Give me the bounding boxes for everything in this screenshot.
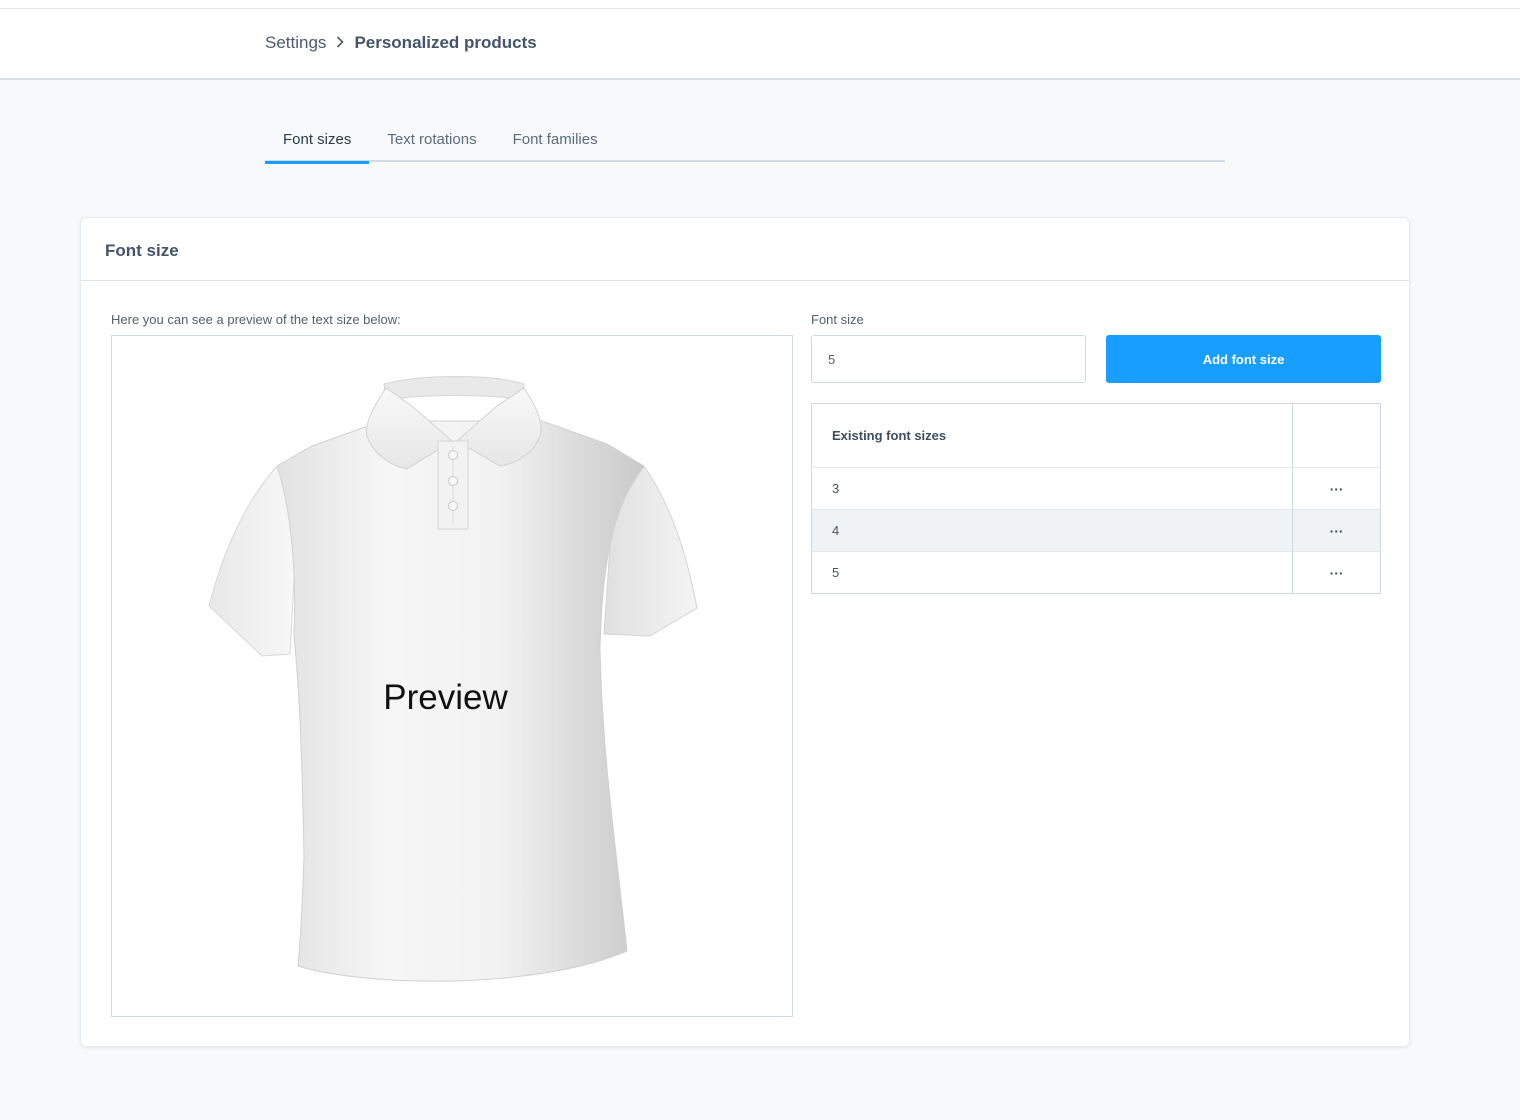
column-header-actions xyxy=(1292,403,1381,468)
breadcrumb: Settings Personalized products xyxy=(265,33,537,53)
tab-font-families[interactable]: Font families xyxy=(495,122,616,162)
more-options-icon[interactable]: ··· xyxy=(1330,523,1344,539)
tab-bar: Font sizes Text rotations Font families xyxy=(265,122,1225,164)
top-strip xyxy=(0,0,1520,8)
tab-font-sizes[interactable]: Font sizes xyxy=(265,122,370,164)
font-size-card: Font size Here you can see a preview of … xyxy=(80,217,1410,1047)
breadcrumb-settings[interactable]: Settings xyxy=(265,33,326,53)
table-header-row: Existing font sizes xyxy=(811,403,1381,468)
top-bar: Settings Personalized products xyxy=(0,8,1520,80)
existing-font-sizes-table: Existing font sizes 3 ··· 4 ··· 5 ··· xyxy=(811,403,1381,594)
more-options-icon[interactable]: ··· xyxy=(1330,565,1344,581)
font-size-value: 5 xyxy=(811,551,1294,594)
tab-text-rotations[interactable]: Text rotations xyxy=(369,122,494,162)
font-size-value: 4 xyxy=(811,509,1294,552)
font-size-label: Font size xyxy=(811,312,864,327)
table-row: 3 ··· xyxy=(811,467,1381,510)
preview-box: Preview xyxy=(111,335,793,1017)
add-font-size-button[interactable]: Add font size xyxy=(1106,335,1381,383)
chevron-right-icon xyxy=(336,35,345,51)
more-options-icon[interactable]: ··· xyxy=(1330,481,1344,497)
font-size-value: 3 xyxy=(811,467,1294,510)
card-title: Font size xyxy=(81,218,1409,281)
preview-label: Here you can see a preview of the text s… xyxy=(111,312,401,327)
table-row: 4 ··· xyxy=(811,509,1381,552)
font-size-input[interactable] xyxy=(811,335,1086,383)
polo-shirt-image xyxy=(208,376,698,982)
preview-text: Preview xyxy=(383,678,508,717)
breadcrumb-current: Personalized products xyxy=(354,33,537,52)
table-row: 5 ··· xyxy=(811,551,1381,594)
column-header-existing-font-sizes: Existing font sizes xyxy=(811,403,1294,468)
